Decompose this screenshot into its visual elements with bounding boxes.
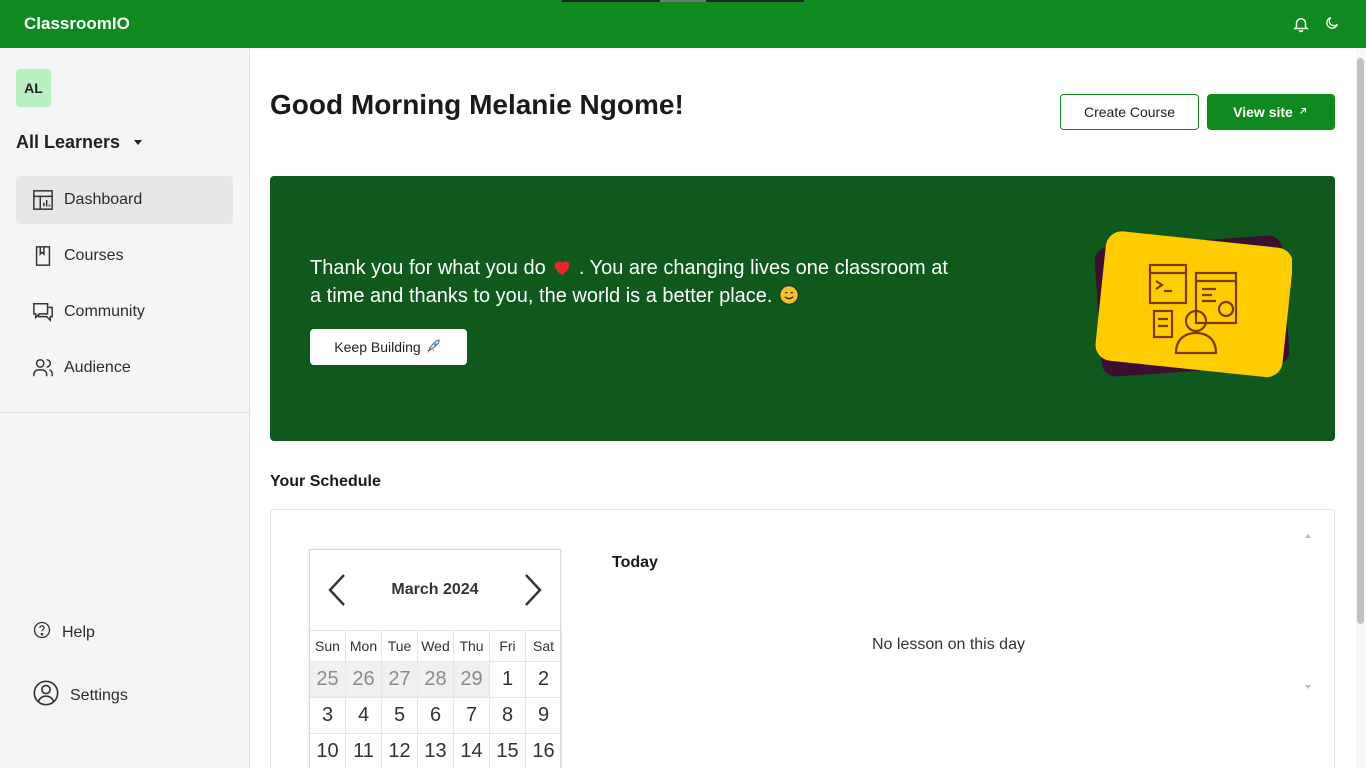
dashboard-icon: [32, 189, 54, 211]
settings-link[interactable]: Settings: [32, 679, 128, 712]
today-label: Today: [612, 554, 658, 571]
empty-schedule-message: No lesson on this day: [872, 636, 1025, 653]
chevron-left-icon[interactable]: [326, 572, 350, 608]
calendar-day[interactable]: 7: [454, 697, 490, 733]
org-avatar[interactable]: AL: [16, 69, 51, 107]
scroll-down-icon[interactable]: [1305, 685, 1311, 689]
teacher-illustration: [1092, 231, 1293, 381]
sidebar-nav: Dashboard Courses Community Audience: [16, 176, 233, 400]
day-of-week: Sat: [526, 631, 562, 661]
banner-text-start: Thank you for what you do: [310, 257, 546, 279]
calendar-day[interactable]: 26: [346, 661, 382, 697]
calendar-day[interactable]: 12: [382, 733, 418, 768]
welcome-banner: Thank you for what you do . You are chan…: [270, 176, 1335, 441]
scroll-up-icon[interactable]: [1305, 534, 1311, 538]
settings-label: Settings: [70, 686, 128, 704]
sidebar-item-label: Courses: [64, 247, 124, 264]
calendar-month: March 2024: [391, 581, 479, 598]
users-icon: [32, 357, 54, 379]
calendar-day[interactable]: 5: [382, 697, 418, 733]
sidebar-item-courses[interactable]: Courses: [16, 232, 233, 280]
view-site-button[interactable]: View site: [1207, 94, 1335, 130]
calendar-day[interactable]: 27: [382, 661, 418, 697]
schedule-title: Your Schedule: [270, 473, 381, 490]
smile-icon: [778, 285, 800, 307]
calendar-day[interactable]: 14: [454, 733, 490, 768]
calendar-day[interactable]: 3: [310, 697, 346, 733]
day-of-week: Thu: [454, 631, 490, 661]
calendar: March 2024 Sun Mon Tue Wed Thu Fri Sat 2…: [309, 549, 562, 768]
calendar-day[interactable]: 28: [418, 661, 454, 697]
org-name: All Learners: [16, 132, 121, 152]
day-of-week: Sun: [310, 631, 346, 661]
calendar-day[interactable]: 15: [490, 733, 526, 768]
calendar-day[interactable]: 29: [454, 661, 490, 697]
calendar-day[interactable]: 4: [346, 697, 382, 733]
sidebar-item-community[interactable]: Community: [16, 288, 233, 336]
calendar-day[interactable]: 13: [418, 733, 454, 768]
day-of-week: Wed: [418, 631, 454, 661]
calendar-day[interactable]: 10: [310, 733, 346, 768]
sidebar-bottom: Help Settings: [32, 620, 128, 712]
user-circle-icon: [32, 679, 60, 712]
calendar-header: March 2024: [310, 550, 560, 631]
sidebar-item-audience[interactable]: Audience: [16, 344, 233, 392]
sidebar-item-label: Dashboard: [64, 191, 143, 208]
day-of-week: Fri: [490, 631, 526, 661]
calendar-grid: Sun Mon Tue Wed Thu Fri Sat 25 26 27 28 …: [310, 631, 562, 768]
keep-building-label: Keep Building: [334, 339, 421, 355]
chevron-right-icon[interactable]: [520, 572, 544, 608]
calendar-day[interactable]: 6: [418, 697, 454, 733]
calendar-day[interactable]: 9: [526, 697, 562, 733]
sidebar-item-dashboard[interactable]: Dashboard: [16, 176, 233, 224]
rocket-icon: [425, 337, 443, 358]
calendar-day[interactable]: 16: [526, 733, 562, 768]
banner-message: Thank you for what you do . You are chan…: [310, 254, 950, 310]
day-of-week: Mon: [346, 631, 382, 661]
org-switcher[interactable]: All Learners: [16, 132, 143, 153]
calendar-day[interactable]: 11: [346, 733, 382, 768]
help-label: Help: [62, 623, 95, 641]
calendar-day[interactable]: 2: [526, 661, 562, 697]
book-icon: [32, 245, 54, 267]
sidebar-divider: [0, 412, 249, 413]
help-link[interactable]: Help: [32, 620, 128, 645]
create-course-button[interactable]: Create Course: [1060, 94, 1199, 130]
day-of-week: Tue: [382, 631, 418, 661]
window-tab-indicator-mid: [660, 0, 706, 2]
scrollbar-thumb[interactable]: [1357, 58, 1364, 624]
moon-icon[interactable]: [1324, 15, 1342, 33]
calendar-day[interactable]: 8: [490, 697, 526, 733]
help-icon: [32, 620, 52, 645]
chat-icon: [32, 301, 54, 323]
calendar-day[interactable]: 1: [490, 661, 526, 697]
heart-icon: [551, 257, 579, 279]
top-bar: ClassroomIO: [0, 0, 1366, 48]
brand-logo[interactable]: ClassroomIO: [24, 14, 130, 34]
keep-building-button[interactable]: Keep Building: [310, 329, 467, 365]
page-title: Good Morning Melanie Ngome!: [270, 89, 684, 120]
view-site-label: View site: [1233, 104, 1293, 120]
sidebar-item-label: Community: [64, 303, 145, 320]
calendar-day[interactable]: 25: [310, 661, 346, 697]
sidebar: AL All Learners Dashboard Courses Commun…: [0, 48, 250, 768]
bell-icon[interactable]: [1292, 15, 1310, 33]
external-link-icon: [1297, 104, 1309, 120]
caret-down-icon: [134, 140, 143, 145]
sidebar-item-label: Audience: [64, 359, 131, 376]
